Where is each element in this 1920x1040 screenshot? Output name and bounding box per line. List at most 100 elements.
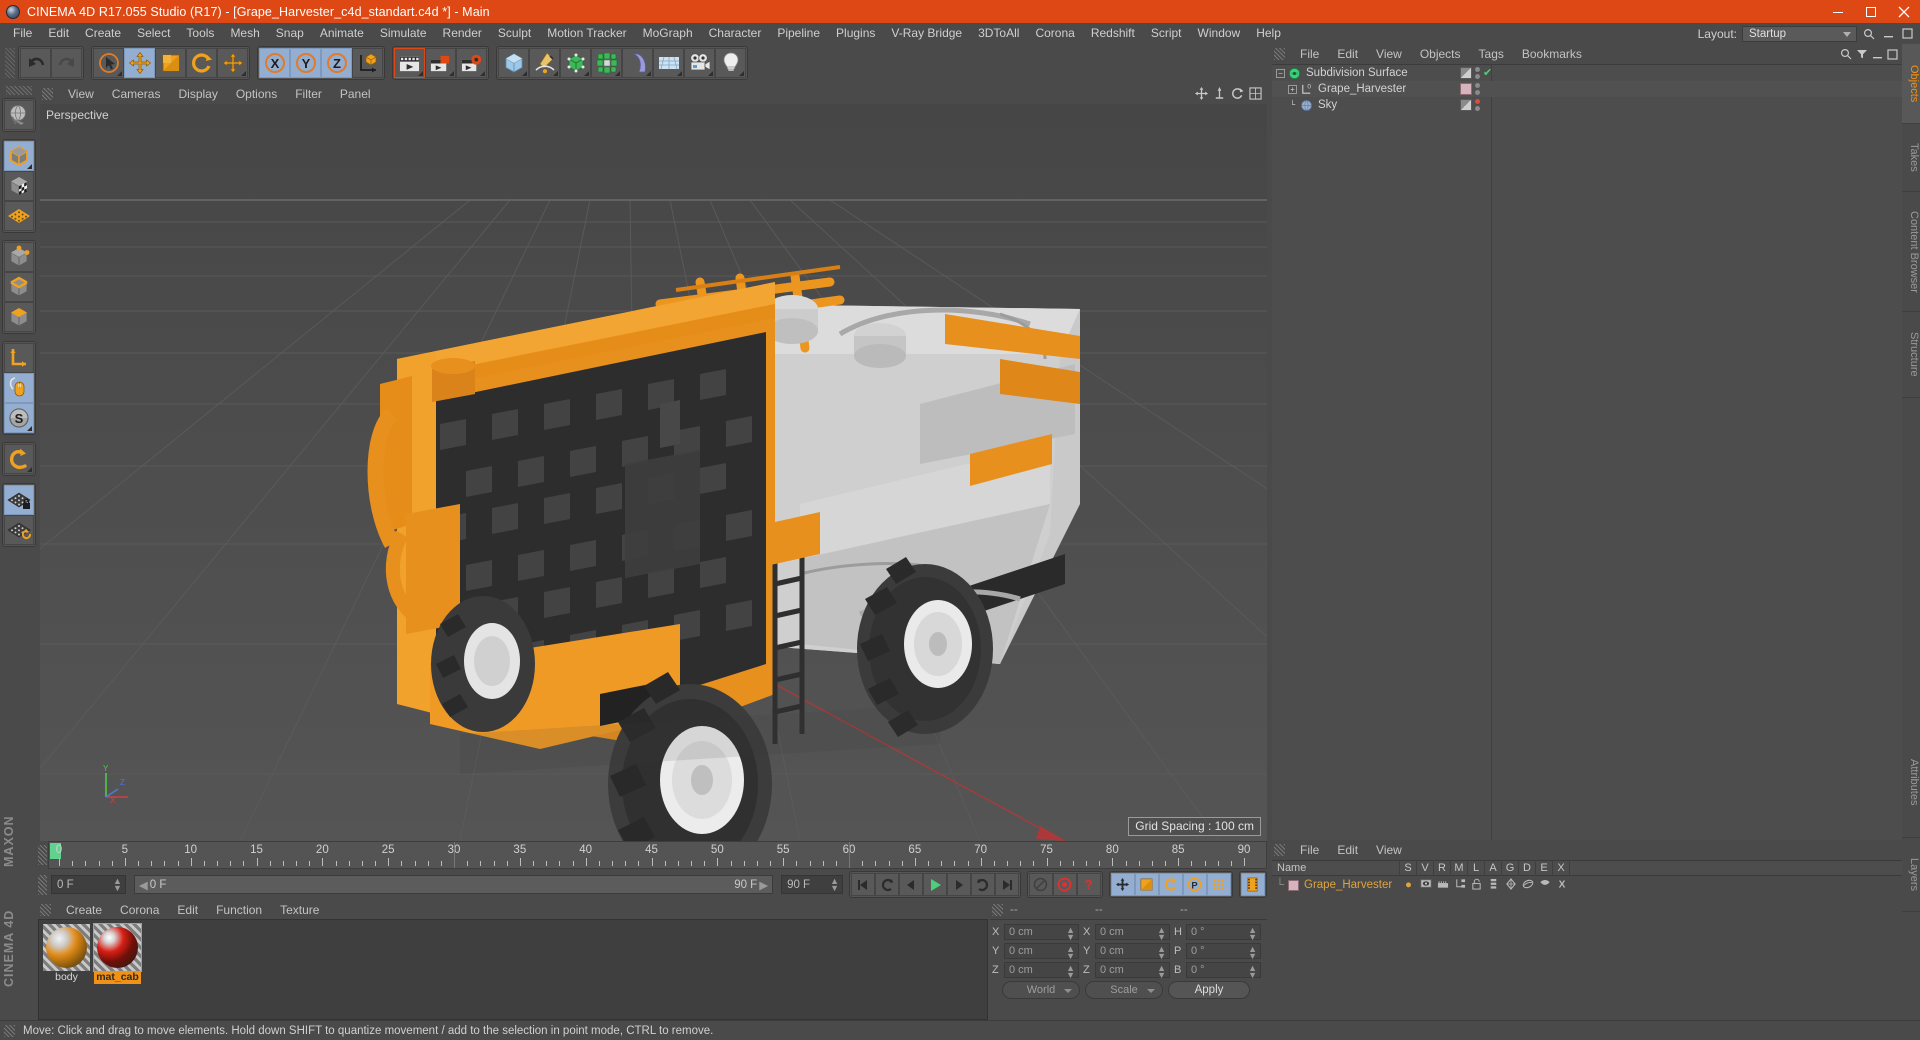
add-nurbs-generator[interactable]	[560, 48, 591, 78]
column-l[interactable]: L	[1468, 860, 1485, 876]
stepper-icon[interactable]: ▲ ▼	[830, 877, 839, 893]
menu-script[interactable]: Script	[1143, 23, 1190, 44]
perspective-viewport[interactable]: Perspective Y Z X Grid Spacing: 100 cm	[40, 104, 1267, 841]
go-to-previous-frame-button[interactable]	[898, 873, 923, 896]
menu-mesh[interactable]: Mesh	[222, 23, 267, 44]
material-item-body[interactable]: body	[43, 924, 90, 984]
tab-structure[interactable]: Structure	[1902, 312, 1920, 398]
edit-render-settings-button[interactable]	[456, 48, 487, 78]
coordinates-grip[interactable]	[992, 903, 1003, 916]
generator-icon[interactable]	[1502, 877, 1519, 893]
menu-render[interactable]: Render	[435, 23, 490, 44]
last-used-tool[interactable]	[217, 48, 248, 78]
timeline-ruler[interactable]: 051015202530354045505560657075808590	[48, 841, 1267, 869]
go-to-next-frame-button[interactable]	[946, 873, 971, 896]
enable-axis-modification-button[interactable]	[4, 373, 34, 403]
model-mode-button[interactable]	[4, 141, 34, 171]
material-menu-create[interactable]: Create	[57, 903, 111, 917]
size-z-field[interactable]: 0 cm ▲ ▼	[1095, 961, 1170, 979]
rot-p-field[interactable]: 0 ° ▲ ▼	[1186, 942, 1261, 960]
maximize-icon[interactable]	[1854, 0, 1887, 23]
material-menu-function[interactable]: Function	[207, 903, 271, 917]
key-parameter-toggle[interactable]: P	[1182, 873, 1207, 896]
add-cube-object[interactable]	[498, 48, 529, 78]
object-menu-objects[interactable]: Objects	[1411, 47, 1470, 61]
menu-animate[interactable]: Animate	[312, 23, 372, 44]
material-menu-texture[interactable]: Texture	[271, 903, 328, 917]
tag-menu-view[interactable]: View	[1367, 843, 1411, 857]
expander-icon[interactable]: +	[1288, 84, 1297, 94]
column-r[interactable]: R	[1434, 860, 1451, 876]
apply-button[interactable]: Apply	[1168, 981, 1250, 999]
tab-takes[interactable]: Takes	[1902, 124, 1920, 192]
unlock-icon[interactable]	[1468, 878, 1485, 893]
coordinate-system-select[interactable]: World	[1002, 981, 1080, 999]
minimize-panel-icon[interactable]	[1881, 26, 1895, 41]
column-a[interactable]: A	[1485, 860, 1502, 876]
checker-tag-icon[interactable]	[1460, 67, 1472, 79]
go-to-end-button[interactable]	[994, 873, 1019, 896]
stepper-icon[interactable]: ▲ ▼	[1066, 925, 1075, 941]
object-menu-view[interactable]: View	[1367, 47, 1411, 61]
maximize-panel-icon[interactable]	[1887, 48, 1898, 63]
make-editable-button[interactable]	[4, 100, 34, 130]
add-spline[interactable]	[529, 48, 560, 78]
rotate-tool[interactable]	[186, 48, 217, 78]
column-g[interactable]: G	[1502, 860, 1519, 876]
tab-objects[interactable]: Objects	[1902, 44, 1920, 124]
menu-redshift[interactable]: Redshift	[1083, 23, 1143, 44]
axis-x-lock[interactable]: X	[259, 48, 290, 78]
autokeying-button[interactable]: ?	[1076, 873, 1101, 896]
tag-menu-edit[interactable]: Edit	[1328, 843, 1367, 857]
world-object-coordinate-toggle[interactable]	[352, 48, 383, 78]
workplane-grid-icon[interactable]	[4, 201, 34, 231]
size-y-field[interactable]: 0 cm ▲ ▼	[1095, 942, 1170, 960]
column-s[interactable]: S	[1400, 860, 1417, 876]
search-icon[interactable]	[1862, 26, 1876, 41]
xpresso-icon[interactable]: X	[1553, 878, 1570, 893]
coordinate-mode-select[interactable]: Scale	[1085, 981, 1163, 999]
stepper-icon[interactable]: ▲ ▼	[1248, 963, 1257, 979]
object-axis-mode-button[interactable]	[4, 343, 34, 373]
go-to-previous-key-button[interactable]	[874, 873, 899, 896]
viewport-menu-display[interactable]: Display	[169, 87, 226, 101]
object-menu-bookmarks[interactable]: Bookmarks	[1513, 47, 1591, 61]
viewport-menu-view[interactable]: View	[59, 87, 103, 101]
edges-mode-button[interactable]	[4, 272, 34, 302]
add-light[interactable]	[715, 48, 746, 78]
tab-content-browser[interactable]: Content Browser	[1902, 192, 1920, 312]
object-manager-body[interactable]: − Subdivision Surface ✔ + 0 Grape_Harves…	[1272, 64, 1902, 841]
menu-file[interactable]: File	[5, 23, 40, 44]
object-menu-tags[interactable]: Tags	[1470, 47, 1513, 61]
column-d[interactable]: D	[1519, 860, 1536, 876]
points-mode-button[interactable]	[4, 242, 34, 272]
pos-y-field[interactable]: 0 cm ▲ ▼	[1004, 942, 1079, 960]
material-tag-icon[interactable]	[1460, 83, 1472, 95]
go-to-next-key-button[interactable]	[970, 873, 995, 896]
menu-tools[interactable]: Tools	[178, 23, 222, 44]
stepper-icon[interactable]: ▲ ▼	[1157, 963, 1166, 979]
tag-manager-grip[interactable]	[1274, 844, 1285, 856]
column-m[interactable]: M	[1451, 860, 1468, 876]
play-sound-toggle[interactable]	[1028, 873, 1053, 896]
minimize-panel-icon[interactable]	[1872, 49, 1883, 63]
range-start-arrow-icon[interactable]: ◀	[139, 878, 148, 892]
close-icon[interactable]	[1887, 0, 1920, 23]
current-frame-field[interactable]: 0 F ▲ ▼	[50, 875, 126, 894]
key-rotation-toggle[interactable]	[1158, 873, 1183, 896]
menu-create[interactable]: Create	[77, 23, 129, 44]
menu-simulate[interactable]: Simulate	[372, 23, 435, 44]
column-x[interactable]: X	[1553, 860, 1570, 876]
stepper-icon[interactable]: ▲ ▼	[1066, 963, 1075, 979]
viewport-grip[interactable]	[42, 88, 53, 100]
viewport-rotate-icon[interactable]	[1231, 87, 1245, 101]
menu-pipeline[interactable]: Pipeline	[769, 23, 828, 44]
filter-icon[interactable]	[1856, 48, 1868, 63]
toolbar-grip[interactable]	[5, 48, 15, 78]
checker-tag-icon[interactable]	[1460, 99, 1472, 111]
menu-character[interactable]: Character	[701, 23, 770, 44]
tab-attributes[interactable]: Attributes	[1902, 728, 1920, 838]
minimize-icon[interactable]	[1821, 0, 1854, 23]
menu-sculpt[interactable]: Sculpt	[490, 23, 539, 44]
soft-selection-button[interactable]: S	[4, 403, 34, 433]
